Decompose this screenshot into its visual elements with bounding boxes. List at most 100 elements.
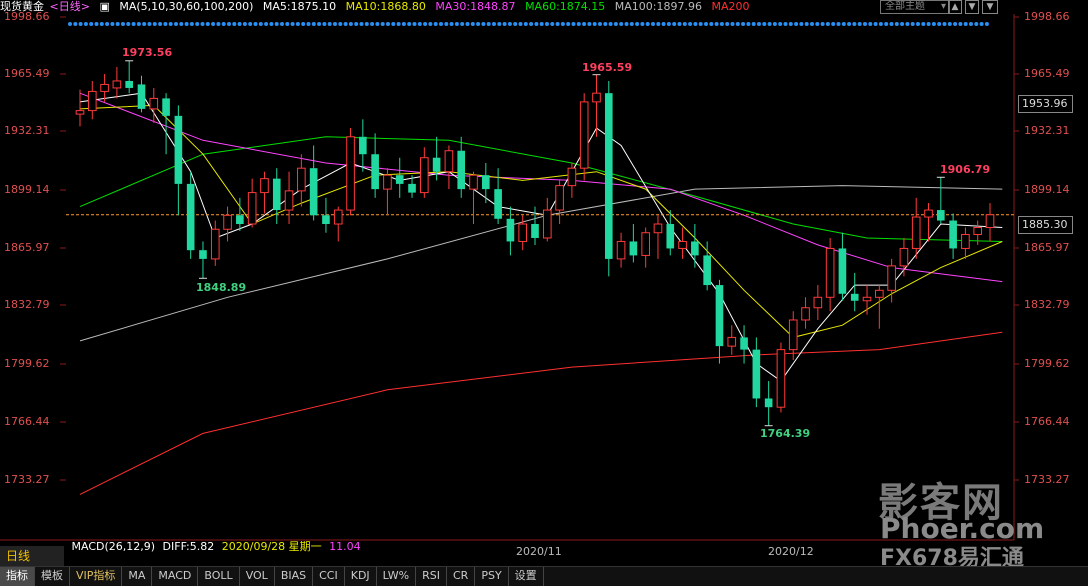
candle-body [236,215,244,225]
signal-dot [412,22,417,26]
tab-5[interactable]: BOLL [198,567,240,586]
candle-body [887,265,896,291]
signal-dot [719,22,724,26]
candle-body [727,336,737,347]
tab-1[interactable]: 模板 [35,567,70,586]
macd-value: 11.04 [329,540,361,553]
tab-11[interactable]: RSI [416,567,447,586]
signal-dot [89,22,94,26]
signal-dot [677,22,682,26]
signal-dot [147,22,152,26]
candle-body [862,296,872,302]
peak-label: 1906.79 [940,163,991,176]
tab-0[interactable]: 指标 [0,567,35,586]
candle-body [985,214,995,229]
signal-dot [248,22,253,26]
tab-3[interactable]: MA [122,567,153,586]
candle-body [653,223,663,234]
signal-dot [338,22,343,26]
signal-dot [78,22,83,26]
signal-dot [497,22,502,26]
candle-body [420,157,429,194]
tab-2[interactable]: VIP指标 [70,567,123,586]
signal-dot [179,22,184,26]
candle-body [100,83,109,92]
signal-dot [704,22,708,26]
signal-dot [317,22,322,26]
signal-dot [592,22,597,26]
signal-dot [290,22,295,26]
signal-dot [200,22,205,26]
candle-body [911,216,921,249]
signal-dot [783,22,788,26]
signal-dot [863,22,867,26]
candle-body [531,224,539,238]
signal-dot [730,22,735,26]
signal-dot [470,22,475,26]
tab-13[interactable]: PSY [475,567,509,586]
signal-dot [348,22,353,26]
tab-9[interactable]: KDJ [345,567,377,586]
tab-6[interactable]: VOL [240,567,275,586]
signal-dot [825,22,830,26]
candle-body [592,92,601,103]
signal-dot [778,22,783,26]
candle-body [579,101,589,169]
macd-params: MACD(26,12,9) [71,540,156,553]
signal-dot [857,22,862,26]
signal-dot [502,22,507,26]
candle-body [199,250,207,259]
signal-dot [889,22,894,26]
signal-dot [94,22,99,26]
signal-dot [640,22,645,26]
candle-body [788,319,798,351]
signal-dot [815,22,820,26]
y-tick-label: 1899.14 [1024,183,1070,196]
candle-body [346,136,355,211]
signal-dot [852,22,857,26]
peak-label: 1973.56 [122,46,173,59]
signal-dot [227,22,231,26]
signal-dot [444,22,449,26]
signal-dot [529,22,534,26]
tab-4[interactable]: MACD [152,567,199,586]
candle-body [87,90,97,112]
signal-dot [725,22,730,26]
tab-14[interactable]: 设置 [509,567,544,586]
macd-diff: DIFF:5.82 [162,540,215,553]
signal-dot [126,22,131,26]
signal-dot [232,22,237,26]
candle-body [666,224,675,249]
signal-dot [619,22,624,26]
tab-8[interactable]: CCI [313,567,345,586]
signal-dot [195,22,200,26]
signal-dot [306,22,311,26]
signal-dot [746,22,751,26]
signal-dot [115,22,120,26]
tab-10[interactable]: LW% [377,567,417,586]
signal-dot [921,22,926,26]
candle-body [740,337,748,350]
candle-body [875,289,884,298]
tab-7[interactable]: BIAS [275,567,314,586]
signal-dot [926,22,931,26]
candle-body [703,255,711,286]
signal-dot [661,22,666,26]
candle-body [641,232,650,256]
period-tab[interactable]: 日线 [0,546,64,566]
ma-line-ma10 [79,104,1003,338]
candle-body [469,174,478,190]
date-overlay: 2020/09/28 星期一 [221,540,322,553]
signal-dot [984,22,989,26]
signal-dot [942,22,947,26]
candle-body [678,240,687,249]
candle-body [247,192,257,225]
signal-dot [841,22,846,26]
candle-body [309,168,318,216]
signal-dot [264,22,269,26]
tab-12[interactable]: CR [447,567,476,586]
candle-body [322,215,330,225]
candle-body [149,97,159,110]
signal-dot [931,22,936,26]
signal-dot [163,22,168,26]
